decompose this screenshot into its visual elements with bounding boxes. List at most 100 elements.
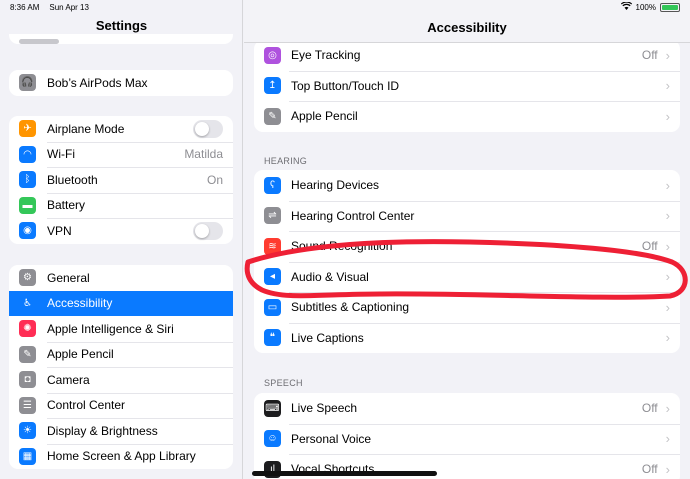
chevron-right-icon: › <box>665 269 670 285</box>
row-sound-recognition[interactable]: ≋ Sound Recognition Off › <box>254 231 680 262</box>
chevron-right-icon: › <box>665 400 670 416</box>
speaker-eye-icon: ◂ <box>264 268 281 286</box>
sidebar-item-wi-fi[interactable]: ◠ Wi-Fi Matilda <box>9 141 233 168</box>
chevron-right-icon: › <box>665 177 670 193</box>
sidebar-item-vpn[interactable]: ◉ VPN <box>9 218 233 244</box>
row-label: Apple Pencil <box>291 109 358 124</box>
chevron-right-icon: › <box>665 47 670 63</box>
sun-icon: ☀ <box>19 422 36 440</box>
accessibility-icon: ♿ <box>19 294 36 312</box>
row-label: Sound Recognition <box>291 239 393 254</box>
sidebar-item-label: Apple Intelligence & Siri <box>47 321 174 336</box>
top-button-icon: ↥ <box>264 77 281 95</box>
group-hearing: ʕ Hearing Devices › ⇌ Hearing Control Center… <box>254 170 680 353</box>
status-date: Sun Apr 13 <box>49 2 89 12</box>
row-live-captions[interactable]: ❝ Live Captions › <box>254 322 680 354</box>
sidebar-item-home-screen-app-library[interactable]: ▦ Home Screen & App Library <box>9 443 233 470</box>
sidebar-item-airplane-mode[interactable]: ✈ Airplane Mode <box>9 116 233 142</box>
sidebar-item-label: Display & Brightness <box>47 423 158 438</box>
headphones-icon: 🎧 <box>19 74 36 92</box>
bluetooth-icon: ᛒ <box>19 171 36 189</box>
row-audio-visual[interactable]: ◂ Audio & Visual › <box>254 261 680 293</box>
airplane-icon: ✈ <box>19 120 36 138</box>
page-title: Accessibility <box>427 20 507 35</box>
sidebar-title: Settings <box>95 18 148 33</box>
pencil-icon: ✎ <box>264 107 281 125</box>
sidebar-item-bluetooth[interactable]: ᛒ Bluetooth On <box>9 167 233 193</box>
sidebar-item-label: Accessibility <box>47 296 113 311</box>
gear-icon: ⚙ <box>19 269 36 287</box>
sidebar-item-accessibility[interactable]: ♿ Accessibility <box>9 290 233 316</box>
row-value: Off <box>641 401 658 416</box>
vpn-icon: ◉ <box>19 222 36 240</box>
group-physical-motor: ◎ Eye Tracking Off › ↥ Top Button/Touch ID › ✎ A… <box>254 40 680 132</box>
row-label: Personal Voice <box>291 431 372 446</box>
row-value: Off <box>641 239 658 254</box>
status-time: 8:36 AM <box>10 2 40 12</box>
settings-sidebar: Settings 🎧 Bob’s AirPods Max ✈ Airplane Mo… <box>0 0 243 479</box>
row-personal-voice[interactable]: ☺ Personal Voice › <box>254 423 680 455</box>
sidebar-item-label: Bluetooth <box>47 172 98 187</box>
row-eye-tracking[interactable]: ◎ Eye Tracking Off › <box>254 40 680 71</box>
row-label: Hearing Devices <box>291 178 380 193</box>
chevron-right-icon: › <box>665 108 670 124</box>
camera-icon: ◘ <box>19 371 36 389</box>
chevron-right-icon: › <box>665 238 670 254</box>
row-hearing-control-center[interactable]: ⇌ Hearing Control Center › <box>254 200 680 232</box>
sidebar-item-camera[interactable]: ◘ Camera <box>9 367 233 393</box>
live-captions-icon: ❝ <box>264 329 281 347</box>
keyboard-icon: ⌨ <box>264 399 281 417</box>
sidebar-item-label: Battery <box>47 198 86 213</box>
siri-icon: ✺ <box>19 320 36 338</box>
row-label: Live Captions <box>291 330 364 345</box>
sidebar-item-label: VPN <box>47 223 72 238</box>
chevron-right-icon: › <box>665 78 670 94</box>
sidebar-item-label: Control Center <box>47 398 126 413</box>
sidebar-item-battery[interactable]: ▬ Battery <box>9 192 233 219</box>
accessibility-pane: Accessibility ◎ Eye Tracking Off › ↥ Top Butt… <box>244 0 690 479</box>
row-label: Eye Tracking <box>291 48 361 63</box>
row-value: Off <box>641 48 658 63</box>
sidebar-item-bob-s-airpods-max[interactable]: 🎧 Bob’s AirPods Max <box>9 70 233 96</box>
wifi-signal-icon <box>620 1 632 12</box>
home-indicator[interactable] <box>252 471 437 476</box>
row-subtitles-captioning[interactable]: ▭ Subtitles & Captioning › <box>254 292 680 323</box>
sidebar-item-control-center[interactable]: ☰ Control Center <box>9 392 233 419</box>
row-apple-pencil[interactable]: ✎ Apple Pencil › <box>254 101 680 132</box>
chevron-right-icon: › <box>665 431 670 447</box>
sidebar-item-label: General <box>47 270 90 285</box>
eye-tracking-icon: ◎ <box>264 46 281 64</box>
sidebar-item-display-brightness[interactable]: ☀ Display & Brightness <box>9 418 233 444</box>
toggle-switch[interactable] <box>193 119 223 138</box>
toggle-switch[interactable] <box>193 221 223 240</box>
sidebar-item-label: Home Screen & App Library <box>47 449 196 464</box>
row-live-speech[interactable]: ⌨ Live Speech Off › <box>254 393 680 424</box>
status-right: 100% <box>620 1 680 12</box>
row-label: Live Speech <box>291 401 358 416</box>
sidebar-item-value: On <box>206 172 223 187</box>
sidebar-group-devices: 🎧 Bob’s AirPods Max <box>9 70 233 96</box>
sidebar-item-general[interactable]: ⚙ General <box>9 265 233 291</box>
battery-icon: ▬ <box>19 196 36 214</box>
sidebar-item-label: Wi-Fi <box>47 147 75 162</box>
ear-icon: ʕ <box>264 176 281 194</box>
row-value: Off <box>641 462 658 477</box>
chevron-right-icon: › <box>665 461 670 477</box>
sidebar-item-apple-pencil[interactable]: ✎ Apple Pencil <box>9 341 233 368</box>
apple-account-row-partial[interactable] <box>9 34 233 44</box>
row-label: Top Button/Touch ID <box>291 78 400 93</box>
status-bar: 8:36 AM Sun Apr 13 100% <box>0 0 690 14</box>
row-hearing-devices[interactable]: ʕ Hearing Devices › <box>254 170 680 201</box>
sidebar-group-system: ⚙ General ♿ Accessibility ✺ Apple Intelligenc… <box>9 265 233 469</box>
sidebar-item-apple-intelligence-siri[interactable]: ✺ Apple Intelligence & Siri <box>9 316 233 342</box>
control-center-icon: ☰ <box>19 396 36 414</box>
sidebar-item-label: Bob’s AirPods Max <box>47 75 148 90</box>
chevron-right-icon: › <box>665 208 670 224</box>
home-screen-icon: ▦ <box>19 447 36 465</box>
sidebar-item-value: Matilda <box>184 147 223 162</box>
sidebar-item-label: Apple Pencil <box>47 347 114 362</box>
captions-icon: ▭ <box>264 298 281 316</box>
row-label: Hearing Control Center <box>291 208 415 223</box>
row-top-button-touch-id[interactable]: ↥ Top Button/Touch ID › <box>254 70 680 102</box>
chevron-right-icon: › <box>665 330 670 346</box>
